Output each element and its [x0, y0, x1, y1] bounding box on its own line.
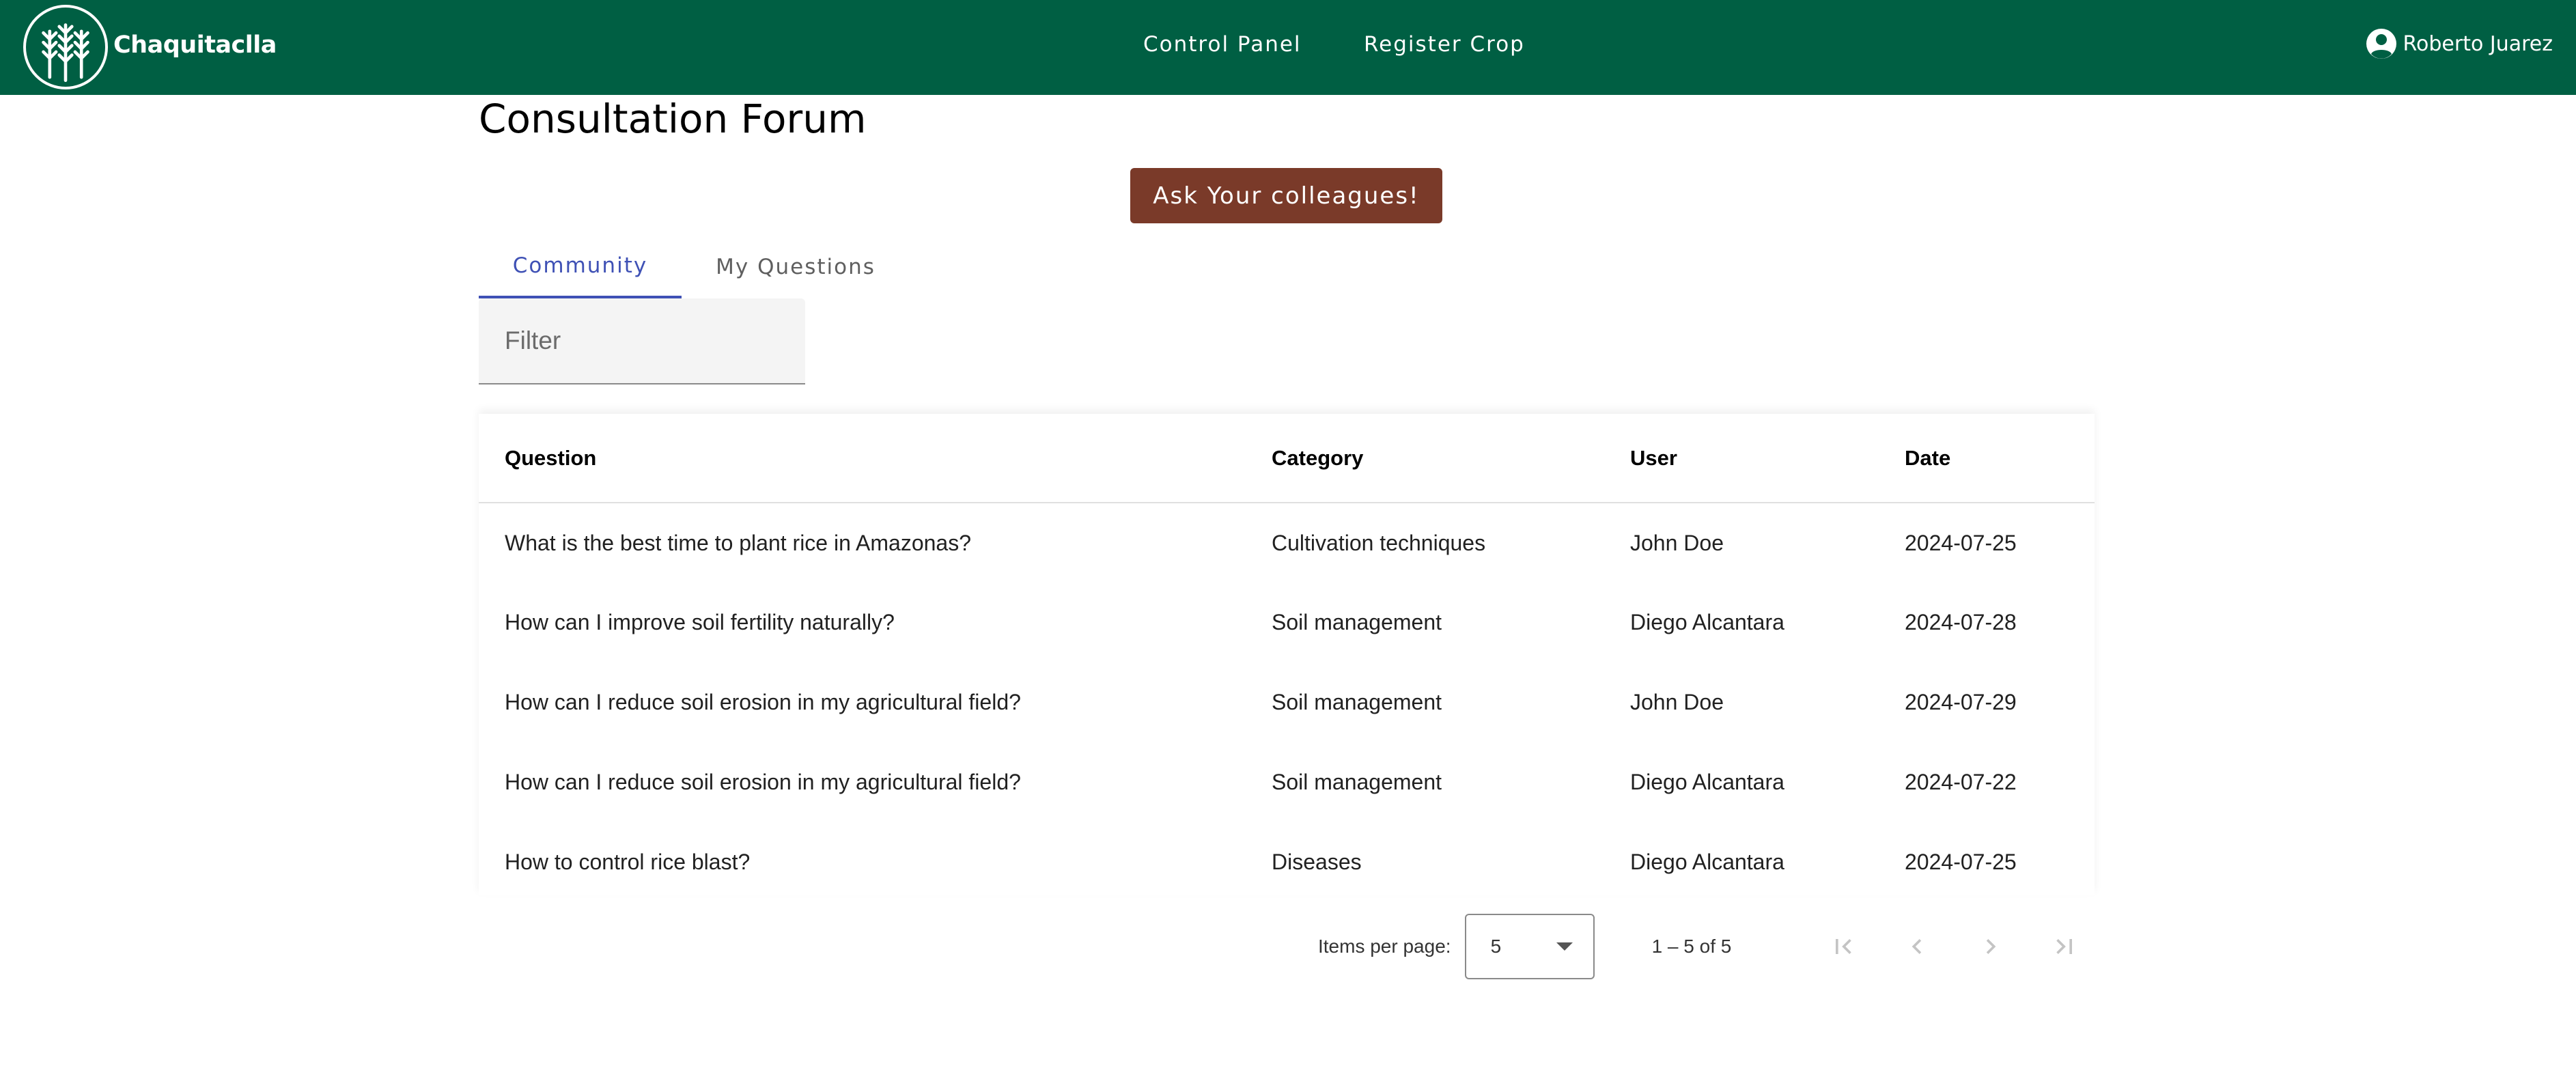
- prev-page-icon: [1912, 939, 1922, 954]
- next-page-icon: [1987, 939, 1996, 954]
- cell-category: Diseases: [1272, 850, 1362, 874]
- items-per-page-value: 5: [1490, 936, 1502, 957]
- user-name: Roberto Juarez: [2403, 31, 2553, 56]
- page-range-label: 1 – 5 of 5: [1651, 936, 1732, 957]
- column-header-user: User: [1630, 414, 1905, 503]
- questions-table: Question Category User Date What is the …: [479, 414, 2095, 902]
- account-circle-icon: [2366, 29, 2396, 59]
- filter-field: [479, 298, 805, 384]
- cell-user: Diego Alcantara: [1630, 850, 1784, 874]
- last-page-icon: [2056, 939, 2073, 954]
- cell-question: How can I reduce soil erosion in my agri…: [505, 690, 1021, 714]
- cell-question: How to control rice blast?: [505, 850, 751, 874]
- last-page-button[interactable]: [2028, 914, 2101, 979]
- paginator: Items per page: 5 1 – 5 of 5: [1318, 914, 2101, 979]
- tab-my-questions[interactable]: My Questions: [682, 236, 910, 298]
- column-header-category: Category: [1272, 414, 1630, 503]
- wheat-logo-icon[interactable]: [23, 5, 108, 89]
- cell-date: 2024-07-22: [1905, 770, 2017, 794]
- brand-name[interactable]: Chaquitaclla: [113, 31, 277, 59]
- cell-date: 2024-07-25: [1905, 850, 2017, 874]
- items-per-page-select[interactable]: 5: [1464, 914, 1595, 979]
- cell-user: Diego Alcantara: [1630, 770, 1784, 794]
- column-header-date: Date: [1905, 414, 2095, 503]
- first-page-button[interactable]: [1806, 914, 1880, 979]
- table-header-row: Question Category User Date: [479, 414, 2095, 503]
- nav-control-panel[interactable]: Control Panel: [1143, 32, 1302, 57]
- tab-community[interactable]: Community: [479, 236, 682, 298]
- filter-input[interactable]: [479, 298, 805, 383]
- cell-date: 2024-07-25: [1905, 530, 2017, 555]
- page-title: Consultation Forum: [479, 96, 867, 142]
- next-page-button[interactable]: [1954, 914, 2028, 979]
- cell-date: 2024-07-28: [1905, 610, 2017, 634]
- first-page-icon: [1836, 939, 1852, 954]
- column-header-question: Question: [479, 414, 1272, 503]
- chevron-down-icon: [1556, 942, 1573, 951]
- cell-category: Soil management: [1272, 610, 1442, 634]
- table-row[interactable]: How can I improve soil fertility natural…: [479, 583, 2095, 662]
- ask-colleagues-button[interactable]: Ask Your colleagues!: [1130, 168, 1442, 223]
- table-row[interactable]: What is the best time to plant rice in A…: [479, 503, 2095, 583]
- top-navbar: Chaquitaclla Control Panel Register Crop…: [0, 0, 2576, 95]
- questions-table-card: Question Category User Date What is the …: [479, 414, 2095, 895]
- cell-category: Soil management: [1272, 770, 1442, 794]
- cell-question: What is the best time to plant rice in A…: [505, 530, 971, 555]
- table-row[interactable]: How to control rice blast? Diseases Dieg…: [479, 822, 2095, 902]
- cell-user: John Doe: [1630, 690, 1724, 714]
- cell-user: Diego Alcantara: [1630, 610, 1784, 634]
- cell-question: How can I reduce soil erosion in my agri…: [505, 770, 1021, 794]
- table-row[interactable]: How can I reduce soil erosion in my agri…: [479, 742, 2095, 822]
- prev-page-button[interactable]: [1880, 914, 1954, 979]
- forum-tabs: Community My Questions: [479, 236, 910, 298]
- cell-user: John Doe: [1630, 530, 1724, 555]
- cell-question: How can I improve soil fertility natural…: [505, 610, 895, 634]
- nav-register-crop[interactable]: Register Crop: [1364, 32, 1525, 57]
- cell-category: Soil management: [1272, 690, 1442, 714]
- user-menu[interactable]: Roberto Juarez: [2365, 27, 2553, 60]
- cell-category: Cultivation techniques: [1272, 530, 1486, 555]
- items-per-page-label: Items per page:: [1318, 936, 1451, 957]
- table-row[interactable]: How can I reduce soil erosion in my agri…: [479, 662, 2095, 742]
- cell-date: 2024-07-29: [1905, 690, 2017, 714]
